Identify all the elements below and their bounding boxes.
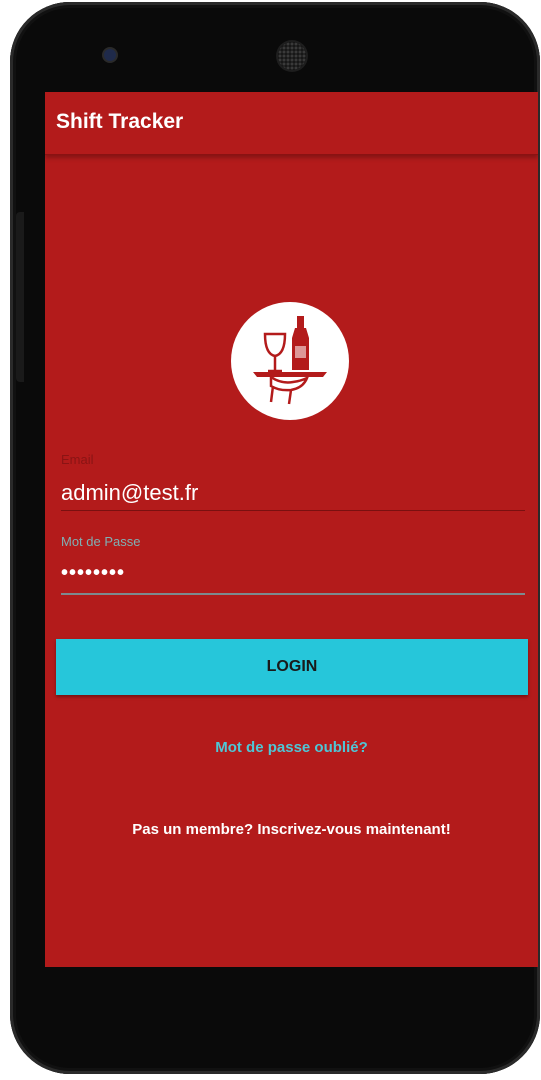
app-bar: Shift Tracker — [45, 92, 538, 155]
login-button[interactable]: LOGIN — [56, 639, 528, 695]
password-field[interactable]: •••••••• — [61, 562, 125, 585]
phone-side-button — [16, 212, 24, 382]
phone-speaker — [278, 42, 306, 70]
front-camera — [104, 49, 116, 61]
app-screen: Shift Tracker Email admin@test.fr Mot de… — [45, 92, 538, 967]
forgot-password-link[interactable]: Mot de passe oublié? — [45, 739, 538, 756]
app-title: Shift Tracker — [56, 110, 184, 133]
phone-frame: Shift Tracker Email admin@test.fr Mot de… — [10, 2, 540, 1074]
waiter-tray-wine-icon — [231, 302, 349, 420]
email-label: Email — [61, 452, 94, 467]
signup-link[interactable]: Pas un membre? Inscrivez-vous maintenant… — [45, 821, 538, 838]
email-field[interactable]: admin@test.fr — [61, 480, 198, 506]
password-label: Mot de Passe — [61, 534, 141, 549]
password-underline — [61, 593, 525, 595]
email-underline — [61, 510, 525, 511]
